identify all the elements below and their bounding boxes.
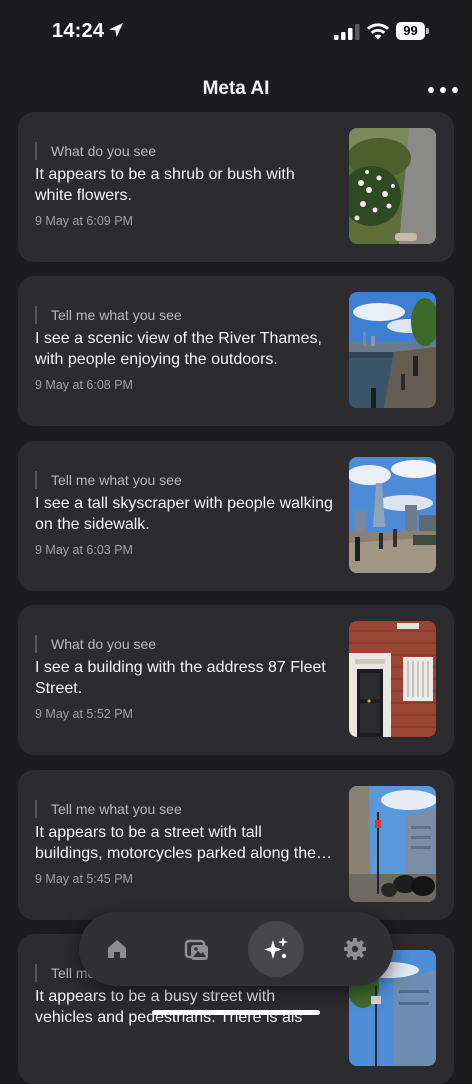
answer-text: I see a building with the address 87 Fle…	[35, 659, 326, 697]
gallery-icon	[184, 939, 208, 960]
answer-text: I see a tall skyscraper with people walk…	[35, 495, 333, 533]
timestamp: 9 May at 6:03 PM	[35, 543, 133, 557]
more-dot-icon	[440, 87, 446, 93]
more-dot-icon	[452, 87, 458, 93]
home-icon	[108, 940, 126, 958]
history-card[interactable]: Tell me what you see It appears to be a …	[18, 770, 454, 920]
prompt-text: What do you see	[35, 142, 156, 160]
timestamp: 9 May at 5:45 PM	[35, 872, 133, 886]
history-card[interactable]: What do you see It appears to be a shrub…	[18, 112, 454, 262]
page-title: Meta AI	[202, 78, 270, 99]
timestamp: 9 May at 6:09 PM	[35, 214, 133, 228]
battery-level: 99	[396, 22, 425, 40]
photo-thumbnail[interactable]	[349, 621, 436, 737]
nav-settings-button[interactable]	[327, 921, 383, 977]
timestamp: 9 May at 5:52 PM	[35, 707, 133, 721]
nav-home-button[interactable]	[89, 921, 145, 977]
battery-nub	[426, 28, 429, 34]
photo-thumbnail[interactable]	[349, 457, 436, 573]
timestamp: 9 May at 6:08 PM	[35, 378, 133, 392]
app-header: Meta AI	[0, 72, 472, 108]
location-arrow-icon	[109, 23, 123, 37]
history-card[interactable]: Tell me what you see I see a scenic view…	[18, 276, 454, 426]
prompt-text: Tell me what you see	[35, 306, 182, 324]
photo-thumbnail[interactable]	[349, 786, 436, 902]
photo-thumbnail[interactable]	[349, 292, 436, 408]
history-card[interactable]: Tell me what you see I see a tall skyscr…	[18, 441, 454, 591]
status-bar: 14:24 99	[0, 0, 472, 62]
status-time: 14:24	[52, 20, 105, 42]
nav-gallery-button[interactable]	[169, 921, 225, 977]
bottom-nav-bar	[79, 912, 393, 986]
history-card[interactable]: What do you see I see a building with th…	[18, 605, 454, 755]
more-dot-icon	[428, 87, 434, 93]
home-indicator	[152, 1010, 320, 1015]
meta-ai-sparkle-icon	[264, 937, 288, 959]
battery-indicator: 99	[396, 22, 430, 40]
nav-meta-ai-button[interactable]	[248, 921, 304, 977]
settings-gear-icon	[344, 938, 366, 960]
answer-text: I see a scenic view of the River Thames,…	[35, 330, 322, 368]
answer-text: It appears to be a street with tall buil…	[35, 824, 317, 862]
prompt-text: What do you see	[35, 635, 156, 653]
prompt-text: Tell me what you see	[35, 800, 182, 818]
wifi-icon	[367, 23, 389, 40]
prompt-text: Tell me what you see	[35, 471, 182, 489]
more-options-button[interactable]	[428, 82, 458, 98]
answer-text: It appears to be a shrub or bush with wh…	[35, 166, 295, 204]
photo-thumbnail[interactable]	[349, 128, 436, 244]
answer-text: It appears to be a busy street with vehi…	[35, 988, 303, 1026]
cellular-signal-icon	[334, 24, 360, 40]
